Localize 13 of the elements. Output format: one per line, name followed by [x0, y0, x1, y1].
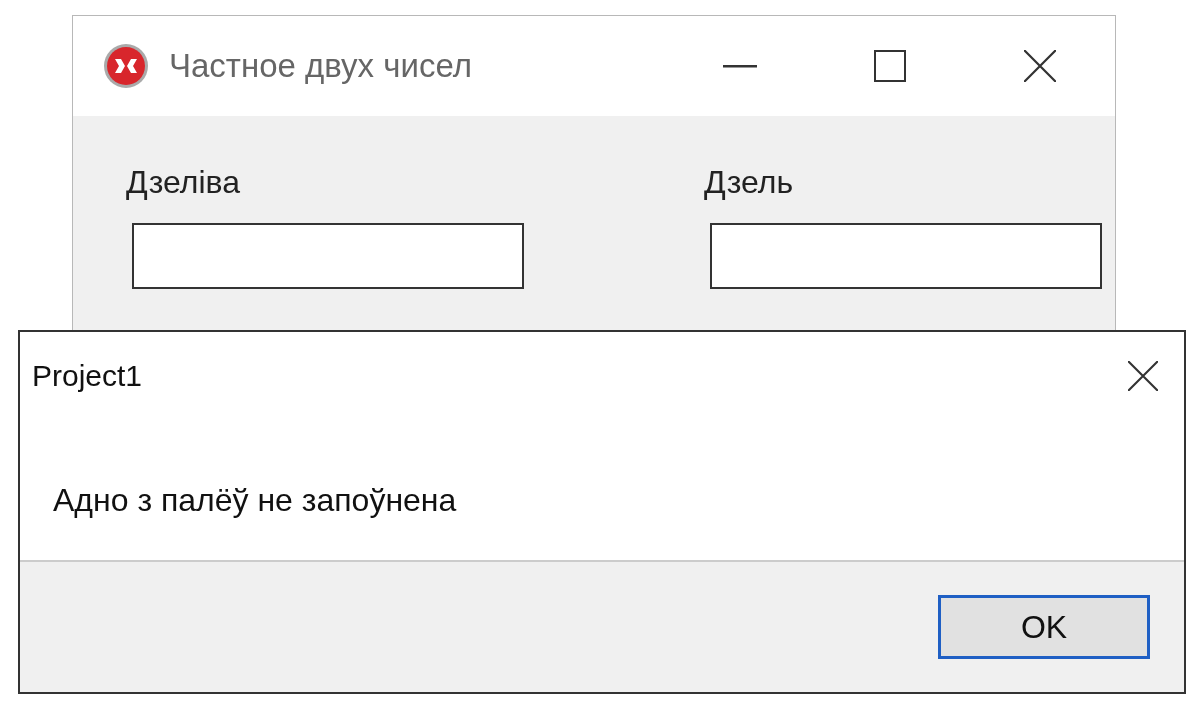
window-title: Частное двух чисел: [169, 47, 473, 85]
dialog-message: Адно з палёў не запоўнена: [53, 482, 457, 519]
dialog-title: Project1: [32, 359, 143, 393]
minimize-icon[interactable]: [723, 64, 757, 68]
field-label: Дзеліва: [126, 164, 241, 201]
maximize-icon[interactable]: [874, 50, 906, 82]
input-field[interactable]: [710, 223, 1102, 289]
close-icon[interactable]: [1024, 50, 1056, 82]
app-icon: [103, 43, 149, 89]
ok-button[interactable]: OK: [938, 595, 1150, 659]
input-field[interactable]: [132, 223, 524, 289]
close-icon[interactable]: [1128, 361, 1158, 391]
field-label: Дзель: [704, 164, 795, 201]
